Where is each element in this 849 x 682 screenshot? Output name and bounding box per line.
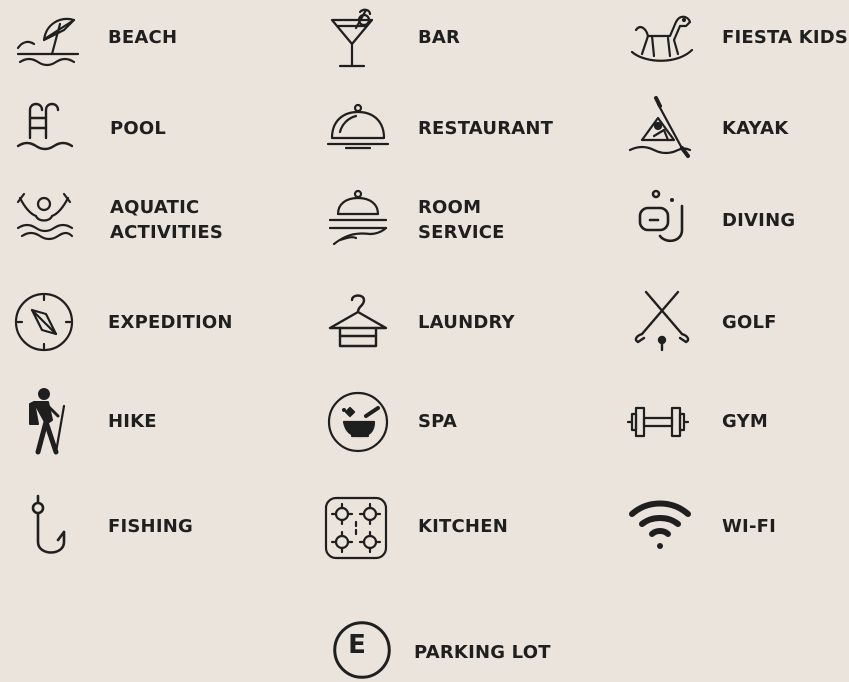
- fish-hook-icon: [20, 494, 84, 558]
- compass-icon: [14, 290, 78, 354]
- golf-clubs-icon: [630, 290, 694, 354]
- amenity-label-kitchen: KITCHEN: [418, 516, 508, 537]
- amenity-label-hike: HIKE: [108, 411, 157, 432]
- amenity-label-expedition: EXPEDITION: [108, 312, 233, 333]
- stove-icon: [324, 496, 388, 560]
- amenity-label-aquatic-line1: AQUATIC: [110, 197, 200, 218]
- pool-ladder-icon: [16, 98, 80, 162]
- amenity-label-restaurant: RESTAURANT: [418, 118, 554, 139]
- amenity-label-pool: POOL: [110, 118, 167, 139]
- amenity-label-fishing: FISHING: [108, 516, 193, 537]
- dumbbell-icon: [626, 390, 690, 454]
- wifi-icon: [628, 492, 692, 556]
- amenity-label-golf: GOLF: [722, 312, 777, 333]
- amenity-label-gym: GYM: [722, 411, 768, 432]
- swimmer-icon: [14, 188, 78, 252]
- amenity-label-room-line2: SERVICE: [418, 222, 505, 243]
- rocking-horse-icon: [630, 10, 694, 74]
- hiker-icon: [20, 388, 84, 452]
- amenity-label-room-line1: ROOM: [418, 197, 482, 218]
- kayak-icon: [628, 96, 692, 160]
- beach-umbrella-icon: [16, 10, 80, 74]
- amenity-label-bar: BAR: [418, 27, 461, 48]
- cocktail-icon: [326, 8, 390, 72]
- amenity-label-aquatic-line2: ACTIVITIES: [110, 222, 223, 243]
- amenity-label-kayak: KAYAK: [722, 118, 789, 139]
- hanger-icon: [326, 290, 390, 354]
- amenity-label-beach: BEACH: [108, 27, 178, 48]
- amenity-label-fiesta-kids: FIESTA KIDS: [722, 27, 849, 48]
- amenity-label-parking: PARKING LOT: [414, 642, 551, 663]
- amenity-label-laundry: LAUNDRY: [418, 312, 515, 333]
- parking-icon: E: [330, 618, 384, 672]
- amenity-label-spa: SPA: [418, 411, 458, 432]
- amenity-label-wifi: WI-FI: [722, 516, 777, 537]
- parking-icon-letter: E: [348, 630, 366, 660]
- room-service-icon: [326, 188, 390, 252]
- amenity-label-diving: DIVING: [722, 210, 796, 231]
- snorkel-icon: [636, 186, 700, 250]
- spa-mortar-icon: [326, 390, 390, 454]
- cloche-icon: [326, 98, 390, 162]
